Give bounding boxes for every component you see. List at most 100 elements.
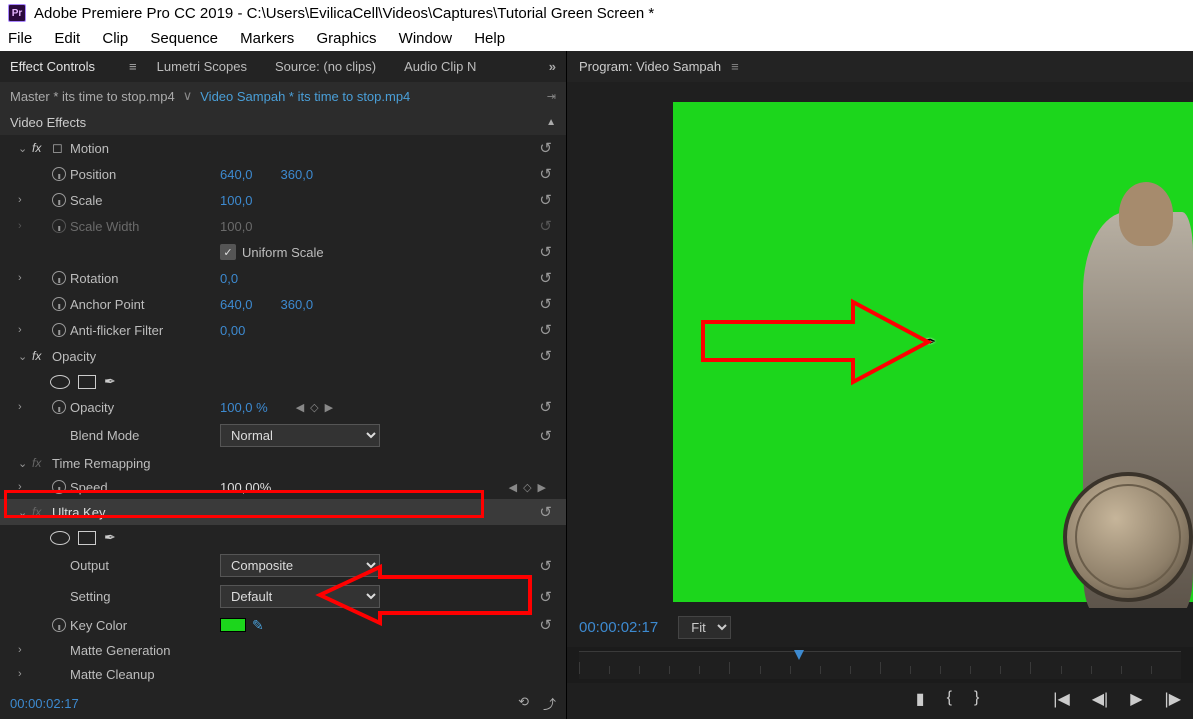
matte-clean-row[interactable]: › Matte Cleanup xyxy=(0,662,566,686)
fx-badge[interactable]: fx xyxy=(32,141,52,155)
rect-mask-icon[interactable] xyxy=(78,531,96,545)
prev-keyframe-icon[interactable]: ◀ xyxy=(509,481,517,494)
blend-mode-select[interactable]: Normal xyxy=(220,424,380,447)
stopwatch-icon[interactable] xyxy=(52,323,66,337)
pen-mask-icon[interactable]: ✒ xyxy=(104,373,116,390)
stopwatch-icon[interactable] xyxy=(52,297,66,311)
master-clip-name[interactable]: Master * its time to stop.mp4 xyxy=(10,89,175,104)
panel-menu-icon[interactable]: ≡ xyxy=(731,59,739,74)
reset-icon[interactable]: ↺ xyxy=(539,243,558,261)
mark-in-icon[interactable]: ▮ xyxy=(916,689,925,709)
zoom-select[interactable]: Fit xyxy=(678,616,731,639)
anchor-y[interactable]: 360,0 xyxy=(281,297,314,312)
menu-help[interactable]: Help xyxy=(474,30,505,47)
position-y[interactable]: 360,0 xyxy=(281,167,314,182)
video-object xyxy=(1063,472,1193,602)
reset-icon[interactable]: ↺ xyxy=(539,503,558,521)
reset-icon[interactable]: ↺ xyxy=(539,347,558,365)
position-x[interactable]: 640,0 xyxy=(220,167,253,182)
mark-clip-icon[interactable]: } xyxy=(974,689,979,709)
prev-keyframe-icon[interactable]: ◀ xyxy=(296,401,304,414)
fx-badge: fx xyxy=(32,456,52,470)
stopwatch-icon[interactable] xyxy=(52,167,66,181)
chevron-right-icon[interactable]: › xyxy=(18,644,32,656)
menu-graphics[interactable]: Graphics xyxy=(316,30,376,47)
program-monitor[interactable]: ✒ xyxy=(567,82,1193,608)
reset-icon[interactable]: ↺ xyxy=(539,321,558,339)
add-keyframe-icon[interactable]: ◇ xyxy=(310,401,318,414)
menu-file[interactable]: File xyxy=(8,30,32,47)
opacity-value[interactable]: 100,0 % xyxy=(220,400,268,415)
video-preview[interactable]: ✒ xyxy=(673,102,1193,602)
chevron-down-icon[interactable]: ⌄ xyxy=(18,457,32,470)
reset-icon[interactable]: ↺ xyxy=(539,616,558,634)
eyedropper-icon[interactable]: ✎ xyxy=(252,617,264,634)
ellipse-mask-icon[interactable] xyxy=(50,531,70,545)
reset-icon[interactable]: ↺ xyxy=(539,165,558,183)
ellipse-mask-icon[interactable] xyxy=(50,375,70,389)
chevron-right-icon[interactable]: › xyxy=(18,324,32,336)
mark-out-icon[interactable]: { xyxy=(947,689,952,709)
rect-mask-icon[interactable] xyxy=(78,375,96,389)
reset-icon[interactable]: ↺ xyxy=(539,398,558,416)
chevron-down-icon[interactable]: ⌄ xyxy=(18,142,32,155)
reset-icon[interactable]: ↺ xyxy=(539,139,558,157)
tabs-overflow-icon[interactable]: » xyxy=(549,59,556,74)
reset-icon[interactable]: ↺ xyxy=(539,269,558,287)
chevron-right-icon[interactable]: › xyxy=(18,272,32,284)
chevron-down-icon[interactable]: ⌄ xyxy=(18,350,32,363)
bypass-icon[interactable]: ⟲ xyxy=(518,694,529,713)
annotation-highlight-ultrakey xyxy=(4,490,484,518)
pen-mask-icon[interactable]: ✒ xyxy=(104,529,116,546)
step-forward-icon[interactable]: |▶ xyxy=(1165,689,1181,709)
panel-timecode[interactable]: 00:00:02:17 xyxy=(10,696,79,711)
menu-sequence[interactable]: Sequence xyxy=(150,30,218,47)
stopwatch-icon[interactable] xyxy=(52,193,66,207)
uniform-scale-checkbox[interactable]: ✓ xyxy=(220,244,236,260)
stopwatch-icon[interactable] xyxy=(52,618,66,632)
program-timeline-ruler[interactable] xyxy=(579,651,1181,679)
menu-window[interactable]: Window xyxy=(399,30,452,47)
tab-audio-clip[interactable]: Audio Clip N xyxy=(404,59,476,74)
menu-edit[interactable]: Edit xyxy=(54,30,80,47)
scale-value[interactable]: 100,0 xyxy=(220,193,253,208)
reset-icon[interactable]: ↺ xyxy=(539,427,558,445)
menu-markers[interactable]: Markers xyxy=(240,30,294,47)
time-remap-header[interactable]: ⌄ fx Time Remapping xyxy=(0,451,566,475)
chevron-right-icon[interactable]: › xyxy=(18,668,32,680)
tab-program[interactable]: Program: Video Sampah xyxy=(579,59,721,74)
play-icon[interactable]: ▶ xyxy=(1130,689,1142,709)
step-back-icon[interactable]: ◀| xyxy=(1092,689,1108,709)
reset-icon[interactable]: ↺ xyxy=(539,295,558,313)
stopwatch-icon[interactable] xyxy=(52,271,66,285)
pin-icon[interactable]: ⇥ xyxy=(547,90,556,103)
add-keyframe-icon[interactable]: ◇ xyxy=(523,481,531,494)
next-keyframe-icon[interactable]: ▶ xyxy=(325,401,333,414)
chevron-right-icon[interactable]: › xyxy=(18,401,32,413)
tab-effect-controls[interactable]: Effect Controls xyxy=(10,59,95,74)
reset-icon[interactable]: ↺ xyxy=(539,557,558,575)
motion-header[interactable]: ⌄ fx ◻ Motion ↺ xyxy=(0,135,566,161)
matte-gen-row[interactable]: › Matte Generation xyxy=(0,638,566,662)
video-effects-header[interactable]: Video Effects ▲ xyxy=(0,110,566,135)
collapse-icon[interactable]: ▲ xyxy=(546,117,556,128)
go-to-in-icon[interactable]: |◀ xyxy=(1053,689,1069,709)
reset-icon[interactable]: ↺ xyxy=(539,588,558,606)
next-keyframe-icon[interactable]: ▶ xyxy=(538,481,546,494)
rotation-value[interactable]: 0,0 xyxy=(220,271,238,286)
tab-source[interactable]: Source: (no clips) xyxy=(275,59,376,74)
sequence-clip-link[interactable]: Video Sampah * its time to stop.mp4 xyxy=(200,89,410,104)
program-timecode[interactable]: 00:00:02:17 xyxy=(579,619,658,636)
stopwatch-icon[interactable] xyxy=(52,400,66,414)
export-icon[interactable]: ⤴ xyxy=(543,694,556,713)
keycolor-swatch[interactable] xyxy=(220,618,246,632)
panel-menu-icon[interactable]: ≡ xyxy=(129,59,137,74)
antiflicker-value[interactable]: 0,00 xyxy=(220,323,245,338)
chevron-right-icon[interactable]: › xyxy=(18,194,32,206)
anchor-x[interactable]: 640,0 xyxy=(220,297,253,312)
opacity-header[interactable]: ⌄ fx Opacity ↺ xyxy=(0,343,566,369)
reset-icon[interactable]: ↺ xyxy=(539,191,558,209)
fx-badge[interactable]: fx xyxy=(32,349,52,363)
menu-clip[interactable]: Clip xyxy=(102,30,128,47)
tab-lumetri-scopes[interactable]: Lumetri Scopes xyxy=(157,59,247,74)
